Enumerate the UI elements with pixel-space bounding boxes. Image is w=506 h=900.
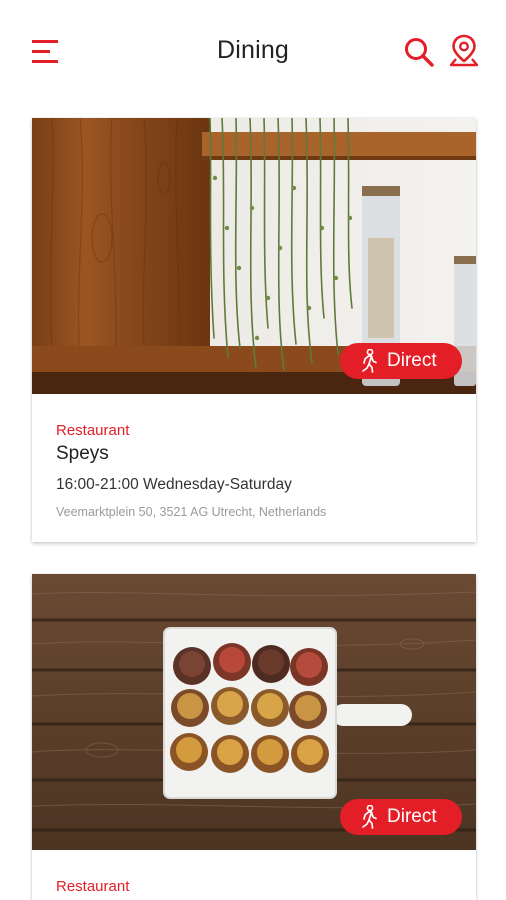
address: Veemarktplein 50, 3521 AG Utrecht, Nethe… (56, 505, 327, 519)
restaurant-name: Speys (56, 443, 109, 464)
restaurant-card[interactable]: Direct Restaurant Speys 16:00-21:00 Wedn… (32, 118, 476, 542)
opening-hours: 16:00-21:00 Wednesday-Saturday (56, 476, 292, 493)
card-details: Restaurant (56, 878, 456, 895)
walking-person-icon (362, 349, 377, 373)
app-header: Dining (0, 0, 506, 104)
restaurant-card[interactable]: Direct Restaurant (32, 574, 476, 900)
card-details: Restaurant Speys 16:00-21:00 Wednesday-S… (56, 422, 456, 519)
category-label: Restaurant (56, 878, 130, 895)
direct-button[interactable]: Direct (340, 799, 462, 835)
category-label: Restaurant (56, 422, 130, 439)
search-icon[interactable] (403, 36, 435, 68)
direct-label: Direct (387, 350, 437, 371)
direct-button[interactable]: Direct (340, 343, 462, 379)
walking-person-icon (362, 805, 377, 829)
location-pin-icon[interactable] (449, 34, 479, 68)
direct-label: Direct (387, 806, 437, 827)
